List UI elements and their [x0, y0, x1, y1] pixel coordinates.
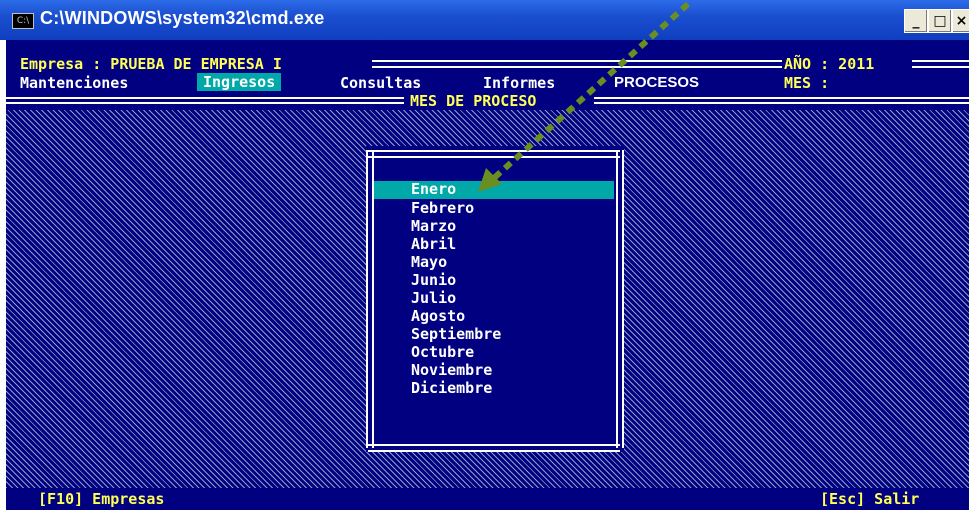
annotation-arrow-icon: [478, 1, 691, 192]
cmd-window: C:\ C:\WINDOWS\system32\cmd.exe _ □ × Em…: [0, 0, 969, 510]
